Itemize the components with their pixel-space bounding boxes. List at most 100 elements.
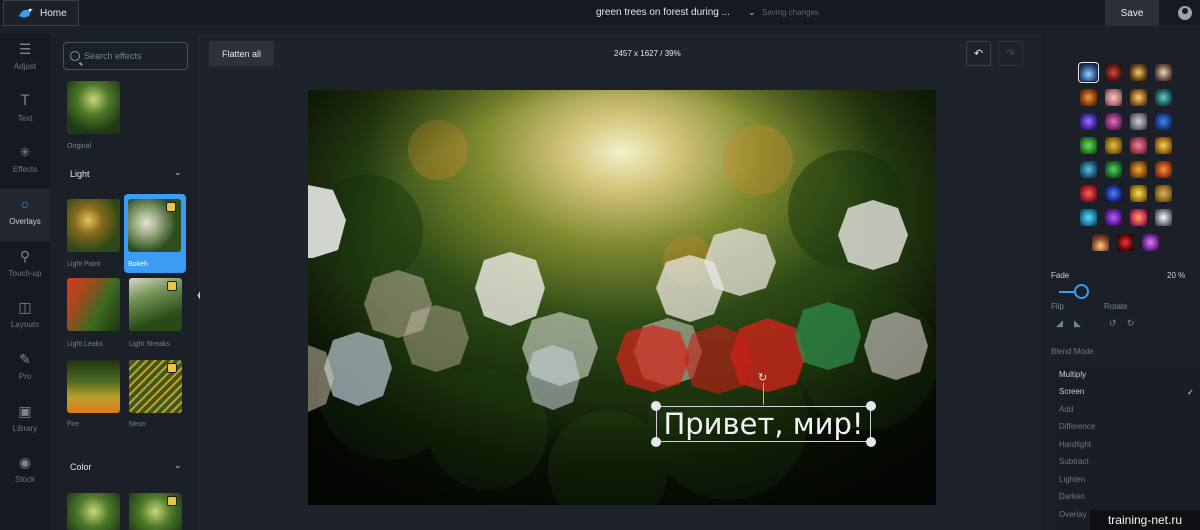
blend-option[interactable]: Difference [1059,422,1095,431]
overlay-swatch[interactable] [1105,209,1122,226]
text-icon: T [20,93,30,109]
home-label: Home [40,7,67,19]
overlay-swatch[interactable] [1080,209,1097,226]
blend-option[interactable]: Subtract [1059,457,1089,466]
resize-handle-bottom-right[interactable] [866,437,876,447]
premium-crown-icon [167,281,177,291]
rail-item-layouts[interactable]: ◫ Layouts [0,292,50,344]
rail-item-touch-up[interactable]: ⚲ Touch-up [0,241,50,293]
section-color-heading[interactable]: Color [70,462,92,472]
fade-slider-handle[interactable] [1074,284,1089,299]
redo-button[interactable]: ↷ [998,41,1023,66]
overlay-swatch[interactable] [1117,234,1134,251]
pen-icon: ✎ [19,351,31,367]
rail-item-pro[interactable]: ✎ Pro [0,344,50,396]
rotate-label: Rotate [1104,302,1128,311]
section-light-heading[interactable]: Light [70,169,90,179]
undo-icon: ↶ [973,48,984,60]
overlay-swatch[interactable] [1105,113,1122,130]
rail-label: Library [12,424,38,433]
rail-item-adjust[interactable]: ☰ Adjust [0,34,50,86]
rail-item-overlays[interactable]: ○ Overlays [0,189,50,241]
flip-vertical-icon[interactable]: ◣ [1074,318,1081,329]
blend-option-selected[interactable]: Screen [1059,387,1084,396]
overlay-swatch[interactable] [1105,64,1122,81]
canvas-area: Flatten all 2457 x 1627 / 39% ↶ ↷ ↻ Прив… [200,34,1041,530]
fade-value: 20 % [1167,271,1186,280]
sparkle-icon: ✳ [19,144,31,160]
undo-button[interactable]: ↶ [966,41,991,66]
original-label: Original [67,143,92,150]
resize-handle-bottom-left[interactable] [651,437,661,447]
rail-item-library[interactable]: ▣ Library [0,396,50,448]
rotate-left-icon[interactable]: ↺ [1109,318,1117,329]
overlay-swatch[interactable] [1130,137,1147,154]
effect-label: Bokeh [128,261,148,268]
effect-thumb-fire[interactable] [67,360,120,413]
overlay-swatch[interactable] [1142,234,1159,251]
resize-handle-top-left[interactable] [651,401,661,411]
overlay-swatch[interactable] [1130,113,1147,130]
chevron-down-icon[interactable]: ⌄ [174,167,182,178]
overlay-swatch[interactable] [1130,185,1147,202]
overlay-swatch[interactable] [1155,209,1172,226]
overlay-swatch[interactable] [1130,89,1147,106]
overlay-swatch[interactable] [1130,161,1147,178]
flip-horizontal-icon[interactable]: ◢ [1056,318,1063,329]
blend-mode-list[interactable]: Multiply Screen ✓ Add Difference Hardlig… [1051,365,1200,530]
overlay-swatch[interactable] [1155,89,1172,106]
blend-option[interactable]: Overlay [1059,510,1087,519]
overlay-swatch[interactable] [1105,161,1122,178]
overlay-swatch[interactable] [1130,209,1147,226]
document-title[interactable]: green trees on forest during ... [596,7,730,18]
overlay-swatch[interactable] [1155,185,1172,202]
overlay-swatch[interactable] [1080,185,1097,202]
rotate-handle-icon[interactable]: ↻ [758,371,767,384]
blend-option[interactable]: Hardlight [1059,440,1091,449]
search-input[interactable] [84,51,184,61]
search-box[interactable] [63,42,188,70]
overlay-swatch[interactable] [1155,113,1172,130]
effect-thumb-light-paint[interactable] [67,199,120,252]
flatten-all-button[interactable]: Flatten all [209,41,274,66]
rail-label: Layouts [10,320,40,329]
effect-thumb-light-leaks[interactable] [67,278,120,331]
user-avatar-icon[interactable] [1178,6,1192,20]
text-layer[interactable]: Привет, мир! [656,406,871,442]
overlay-swatch[interactable] [1092,234,1109,251]
chevron-down-icon[interactable]: ⌄ [174,460,182,471]
effect-label: Light Paint [67,261,101,268]
overlay-swatch[interactable] [1105,137,1122,154]
blend-option[interactable]: Multiply [1059,370,1086,379]
overlay-swatch[interactable] [1078,62,1099,83]
blend-option[interactable]: Darken [1059,492,1085,501]
overlay-swatch[interactable] [1080,89,1097,106]
resize-handle-top-right[interactable] [866,401,876,411]
overlay-swatch[interactable] [1155,64,1172,81]
overlay-properties-panel: Fade 20 % Flip Rotate ◢ ◣ ↺ ↻ Blend Mode… [1041,34,1200,530]
site-watermark: training-net.ru [1090,510,1200,530]
rail-item-text[interactable]: T Text [0,86,50,138]
overlay-swatch[interactable] [1155,161,1172,178]
rail-label: Pro [18,372,32,381]
original-thumbnail[interactable] [67,81,120,134]
rail-item-effects[interactable]: ✳ Effects [0,137,50,189]
overlay-swatch[interactable] [1080,113,1097,130]
overlay-swatch[interactable] [1105,185,1122,202]
rotate-right-icon[interactable]: ↻ [1127,318,1135,329]
overlay-swatch[interactable] [1080,137,1097,154]
photo-canvas[interactable] [308,90,936,505]
save-button[interactable]: Save [1105,0,1159,26]
overlay-swatch[interactable] [1130,64,1147,81]
rail-item-stock[interactable]: ◉ Stock [0,447,50,499]
chevron-down-icon[interactable]: ⌄ [748,7,756,18]
overlay-swatch[interactable] [1105,89,1122,106]
overlay-swatch[interactable] [1155,137,1172,154]
home-button[interactable]: Home [3,0,79,26]
premium-crown-icon [166,202,176,212]
effect-label: Neon [129,421,146,428]
effect-thumb-color-1[interactable] [67,493,120,530]
blend-option[interactable]: Lighten [1059,475,1085,484]
blend-option[interactable]: Add [1059,405,1073,414]
overlay-swatch[interactable] [1080,161,1097,178]
